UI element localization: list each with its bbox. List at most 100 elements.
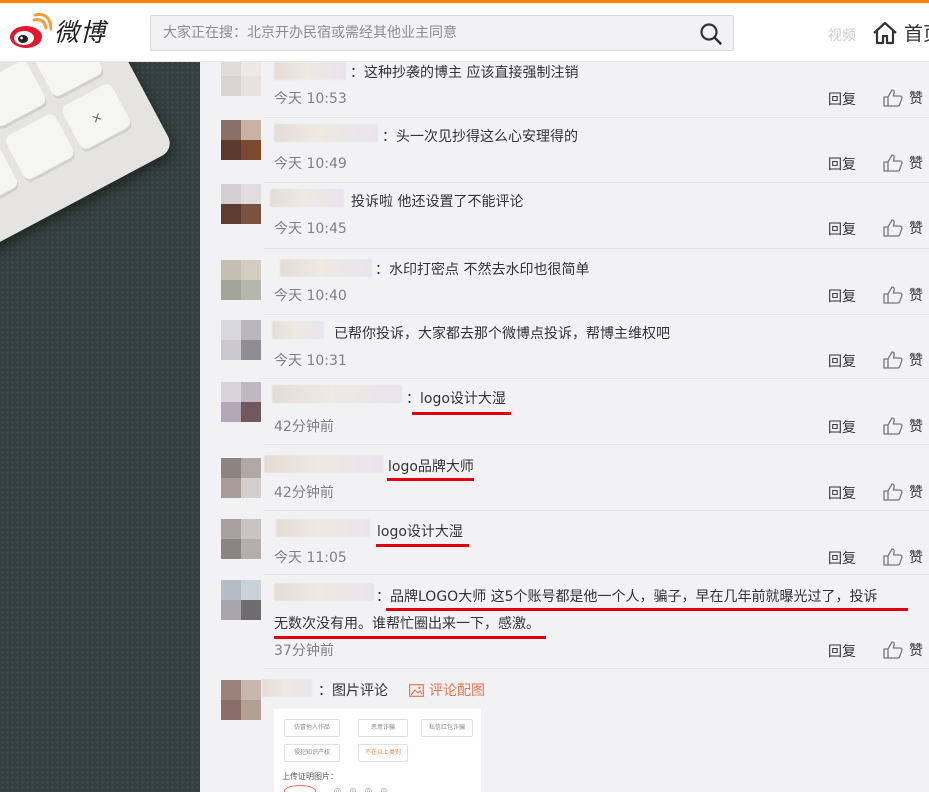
commenter-name-blurred[interactable] — [262, 679, 312, 697]
red-underline — [376, 544, 469, 547]
app-name: 微博 — [54, 18, 107, 47]
reply-button[interactable]: 回复 — [828, 641, 856, 661]
search-input[interactable] — [151, 16, 681, 50]
thumb-option: 私信红包诈骗 — [421, 719, 473, 737]
comment-text: ：图片评论 — [318, 683, 388, 699]
red-underline — [387, 478, 474, 481]
like-button[interactable]: 赞 — [883, 153, 923, 173]
thumbs-up-icon — [883, 548, 903, 566]
search-icon[interactable] — [699, 22, 723, 46]
commenter-name-blurred[interactable] — [276, 519, 370, 537]
thumbs-up-icon — [883, 351, 903, 369]
background-photo: 3 × — [0, 0, 200, 792]
like-button[interactable]: 赞 — [883, 218, 923, 238]
thumb-option: 恶意诈骗 — [358, 719, 408, 737]
comment-text: ：logo设计大湿 — [406, 391, 506, 407]
comment-item: ：头一次见抄得这么心安理得的 今天 10:49 回复 赞 — [200, 118, 929, 183]
image-icon — [409, 683, 424, 697]
image-comment-link[interactable]: 评论配图 — [409, 680, 485, 700]
comment-time: 今天 10:49 — [274, 156, 347, 172]
commenter-name-blurred[interactable] — [280, 259, 372, 277]
comment-text: ：头一次见抄得这么心安理得的 — [382, 129, 578, 145]
commenter-avatar[interactable] — [221, 120, 261, 160]
comment-text-continued: 无数次没有用。谁帮忙圈出来一下，感激。 — [274, 616, 540, 632]
commenter-name-blurred[interactable] — [274, 583, 374, 601]
comment-text: 已帮你投诉，大家都去那个微博点投诉，帮博主维权吧 — [334, 326, 670, 342]
reply-button[interactable]: 回复 — [828, 548, 856, 568]
comment-item: ：水印打密点 不然去水印也很简单 今天 10:40 回复 赞 — [200, 249, 929, 314]
commenter-name-blurred[interactable] — [274, 62, 346, 80]
commenter-avatar[interactable] — [221, 519, 261, 559]
comment-text: ：品牌LOGO大师 这5个账号都是他一个人，骗子，早在几年前就曝光过了，投诉 — [376, 589, 878, 605]
comment-item: ：品牌LOGO大师 这5个账号都是他一个人，骗子，早在几年前就曝光过了，投诉 无… — [200, 575, 929, 668]
nav-home-label: 首页 — [904, 23, 929, 45]
comment-item: 已帮你投诉，大家都去那个微博点投诉，帮博主维权吧 今天 10:31 回复 赞 — [200, 315, 929, 378]
like-button[interactable]: 赞 — [883, 640, 923, 660]
weibo-logo[interactable]: 微博 — [8, 12, 106, 50]
reply-button[interactable]: 回复 — [828, 483, 856, 503]
top-nav-bar: 微博 视频 首页 — [0, 0, 929, 62]
commenter-name-blurred[interactable] — [274, 124, 378, 142]
comment-time: 今天 10:31 — [274, 353, 347, 369]
red-underline — [386, 608, 908, 611]
comment-item: ：这种抄袭的博主 应该直接强制注销 今天 10:53 回复 赞 — [200, 62, 929, 117]
thumb-option-selected: 不在以上类别 — [358, 744, 408, 762]
comment-time: 今天 10:40 — [274, 288, 347, 304]
search-box — [150, 15, 734, 51]
commenter-avatar[interactable] — [221, 62, 261, 96]
thumb-option: 仿冒他人作品 — [284, 719, 340, 737]
red-underline — [412, 412, 511, 415]
thumb-option: 侵犯知识产权 — [284, 744, 340, 762]
nav-video-link[interactable]: 视频 — [828, 25, 856, 45]
thumbs-up-icon — [883, 641, 903, 659]
thumbs-up-icon — [883, 89, 903, 107]
reply-button[interactable]: 回复 — [828, 219, 856, 239]
reply-button[interactable]: 回复 — [828, 286, 856, 306]
comment-time: 今天 11:05 — [274, 550, 347, 566]
reply-button[interactable]: 回复 — [828, 351, 856, 371]
comment-list: ：这种抄袭的博主 应该直接强制注销 今天 10:53 回复 赞 ：头一次见抄得这… — [200, 62, 929, 792]
thumb-upload-label: 上传证明图片： — [282, 772, 338, 781]
comment-text: ：水印打密点 不然去水印也很简单 — [375, 262, 590, 278]
like-button[interactable]: 赞 — [883, 88, 923, 108]
like-button[interactable]: 赞 — [883, 350, 923, 370]
red-underline — [274, 636, 546, 639]
commenter-name-blurred[interactable] — [272, 385, 402, 403]
commenter-avatar[interactable] — [221, 680, 261, 720]
weibo-eye-icon — [8, 12, 53, 50]
nav-home-link[interactable]: 首页 — [872, 19, 929, 46]
commenter-name-blurred[interactable] — [272, 321, 324, 339]
comment-time: 37分钟前 — [274, 643, 334, 659]
commenter-avatar[interactable] — [221, 260, 261, 300]
thumbs-up-icon — [883, 483, 903, 501]
comment-item: 投诉啦 他还设置了不能评论 今天 10:45 回复 赞 — [200, 183, 929, 248]
commenter-avatar[interactable] — [221, 458, 261, 498]
thumbs-up-icon — [883, 219, 903, 237]
like-button[interactable]: 赞 — [883, 285, 923, 305]
comment-time: 今天 10:45 — [274, 221, 347, 237]
commenter-avatar[interactable] — [221, 382, 261, 422]
thumbs-up-icon — [883, 417, 903, 435]
commenter-name-blurred[interactable] — [270, 189, 344, 207]
commenter-name-blurred[interactable] — [264, 455, 384, 473]
commenter-avatar[interactable] — [221, 320, 261, 360]
thumbs-up-icon — [883, 154, 903, 172]
comment-text: logo设计大湿 — [377, 524, 463, 540]
like-button[interactable]: 赞 — [883, 547, 923, 567]
reply-button[interactable]: 回复 — [828, 417, 856, 437]
comment-item: logo设计大湿 今天 11:05 回复 赞 — [200, 511, 929, 574]
commenter-avatar[interactable] — [221, 184, 261, 224]
like-button[interactable]: 赞 — [883, 416, 923, 436]
comment-time: 42分钟前 — [274, 485, 334, 501]
reply-button[interactable]: 回复 — [828, 154, 856, 174]
comment-text: ：这种抄袭的博主 应该直接强制注销 — [350, 65, 579, 81]
comment-time: 今天 10:53 — [274, 91, 347, 107]
thumbs-up-icon — [883, 286, 903, 304]
comment-item: logo品牌大师 42分钟前 回复 赞 — [200, 445, 929, 510]
comment-text: 投诉啦 他还设置了不能评论 — [351, 194, 524, 210]
reply-button[interactable]: 回复 — [828, 89, 856, 109]
commenter-avatar[interactable] — [221, 580, 261, 620]
like-button[interactable]: 赞 — [883, 482, 923, 502]
comment-time: 42分钟前 — [274, 419, 334, 435]
comment-image-thumbnail[interactable]: 仿冒他人作品 恶意诈骗 私信红包诈骗 侵犯知识产权 不在以上类别 上传证明图片：… — [274, 709, 481, 792]
